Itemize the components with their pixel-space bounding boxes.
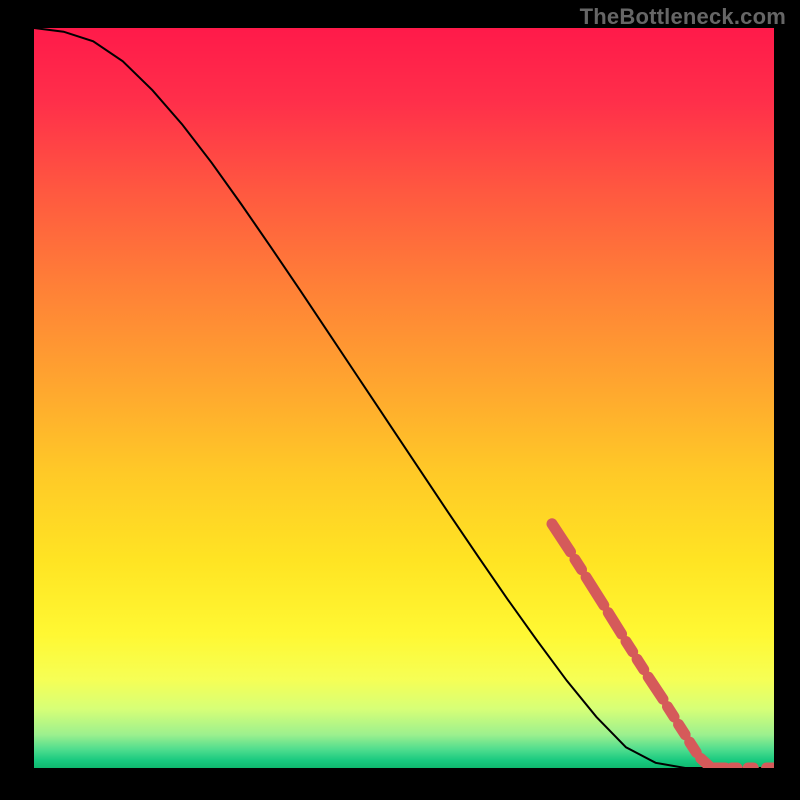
watermark-label: TheBottleneck.com [580,4,786,30]
dash-segment [667,707,674,717]
dash-segment [575,559,582,569]
dash-segment [626,641,633,651]
chart-plot-area [34,28,774,768]
dash-segment [690,742,697,752]
dash-segment [679,724,686,734]
gradient-background [34,28,774,768]
chart-svg [34,28,774,768]
dash-segment [637,659,644,669]
chart-frame: TheBottleneck.com [0,0,800,800]
dash-segment [701,758,710,766]
